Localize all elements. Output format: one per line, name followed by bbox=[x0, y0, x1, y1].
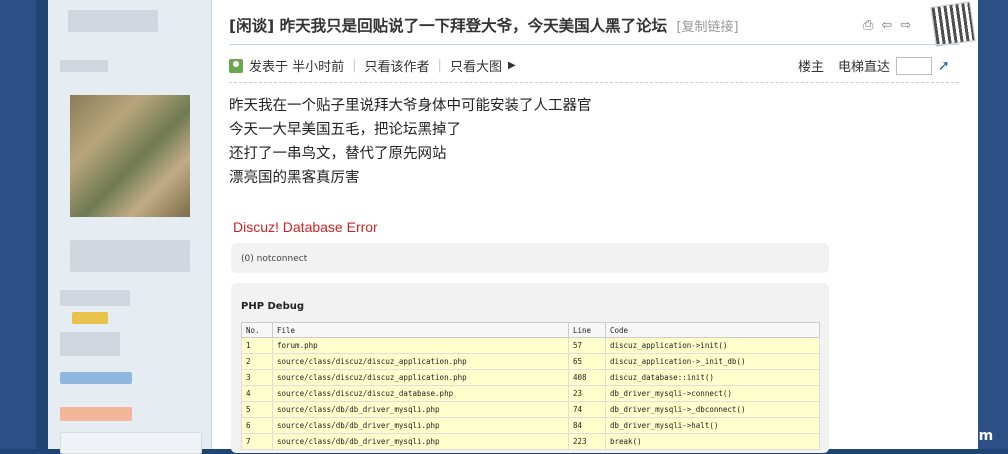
post-body: 昨天我在一个贴子里说拜大爷身体中可能安装了人工器官 今天一大早美国五毛，把论坛黑… bbox=[229, 94, 592, 190]
chevron-right-icon: ▶ bbox=[507, 60, 516, 71]
cell-no: 6 bbox=[241, 417, 273, 434]
floor-jump-input[interactable] bbox=[896, 56, 933, 75]
cell-file: source/class/discuz/discuz_database.php bbox=[272, 385, 569, 402]
post-meta: 发表于 半小时前 | 只看该作者 | 只看大图 ▶ bbox=[229, 56, 516, 75]
cell-no: 2 bbox=[241, 353, 273, 370]
post-line: 昨天我在一个贴子里说拜大爷身体中可能安装了人工器官 bbox=[229, 98, 592, 114]
meta-divider bbox=[229, 82, 959, 83]
title-actions: ⎙ ⇦ ⇨ bbox=[863, 18, 911, 33]
cell-code: db_driver_mysqli->_dbconnect() bbox=[605, 401, 820, 418]
post-line: 今天一大早美国五毛，把论坛黑掉了 bbox=[229, 122, 461, 138]
previous-thread-icon[interactable]: ⇦ bbox=[881, 18, 892, 33]
post-container: [闲谈] 昨天我只是回贴说了一下拜登大爷，今天美国人黑了论坛 [复制链接] ⎙ … bbox=[48, 0, 978, 454]
column-header-file: File bbox=[272, 322, 569, 338]
php-debug-title: PHP Debug bbox=[241, 301, 305, 312]
cell-code: discuz_application->_init_db() bbox=[605, 353, 820, 370]
table-row: 3 source/class/discuz/discuz_application.… bbox=[241, 369, 820, 386]
author-label-blurred bbox=[60, 60, 108, 72]
author-stats-blurred bbox=[70, 240, 190, 272]
online-user-icon bbox=[229, 58, 243, 73]
watermark: talkfx.com bbox=[910, 428, 994, 444]
php-debug-table: No. File Line Code 1 forum.php 57 discuz_ap… bbox=[241, 322, 820, 450]
cell-file: source/class/discuz/discuz_application.p… bbox=[272, 369, 569, 386]
divider: | bbox=[352, 58, 357, 73]
next-thread-icon[interactable]: ⇨ bbox=[900, 18, 911, 33]
cell-file: source/class/db/db_driver_mysqli.php bbox=[272, 433, 569, 450]
divider: | bbox=[437, 58, 442, 73]
table-row: 4 source/class/discuz/discuz_database.php… bbox=[241, 385, 820, 402]
avatar[interactable] bbox=[70, 95, 190, 217]
table-row: 7 source/class/db/db_driver_mysqli.php 223… bbox=[241, 433, 820, 450]
author-sidebar bbox=[48, 0, 212, 454]
copy-link[interactable]: [复制链接] bbox=[676, 20, 738, 35]
post-title: [闲谈] 昨天我只是回贴说了一下拜登大爷，今天美国人黑了论坛 [复制链接] bbox=[229, 14, 739, 36]
post-line: 漂亮国的黑客真厉害 bbox=[229, 170, 360, 186]
cell-file: source/class/db/db_driver_mysqli.php bbox=[272, 401, 569, 418]
cell-line: 74 bbox=[568, 401, 606, 418]
cell-code: break() bbox=[605, 433, 820, 450]
column-header-no: No. bbox=[241, 322, 273, 338]
author-action-blurred[interactable] bbox=[60, 432, 202, 454]
db-error-title: Discuz! Database Error bbox=[233, 219, 378, 235]
cell-line: 223 bbox=[568, 433, 606, 450]
floor-label: 楼主 bbox=[798, 60, 825, 75]
post-meta-right: 楼主 电梯直达 ➚ bbox=[798, 56, 950, 75]
author-group-blurred bbox=[60, 290, 130, 306]
php-debug-box: PHP Debug No. File Line Code 1 forum.php 5… bbox=[231, 283, 829, 453]
cell-line: 57 bbox=[568, 337, 606, 354]
cell-file: source/class/db/db_driver_mysqli.php bbox=[272, 417, 569, 434]
cell-line: 84 bbox=[568, 417, 606, 434]
cell-line: 23 bbox=[568, 385, 606, 402]
author-name-blurred[interactable] bbox=[68, 10, 158, 32]
only-big-image-link[interactable]: 只看大图 bbox=[450, 56, 502, 75]
author-medal-blurred bbox=[72, 312, 108, 324]
title-divider bbox=[229, 44, 959, 45]
only-author-link[interactable]: 只看该作者 bbox=[365, 56, 430, 75]
cell-no: 4 bbox=[241, 385, 273, 402]
cell-line: 65 bbox=[568, 353, 606, 370]
go-icon[interactable]: ➚ bbox=[938, 58, 950, 74]
cell-line: 408 bbox=[568, 369, 606, 386]
db-error-message: (0) notconnect bbox=[241, 254, 308, 264]
cell-no: 7 bbox=[241, 433, 273, 450]
cell-code: discuz_application->init() bbox=[605, 337, 820, 354]
page-background-left bbox=[0, 0, 36, 449]
post-time: 发表于 半小时前 bbox=[249, 60, 345, 75]
cell-code: discuz_database::init() bbox=[605, 369, 820, 386]
page-background-right bbox=[978, 0, 1008, 449]
post-title-text: [闲谈] 昨天我只是回贴说了一下拜登大爷，今天美国人黑了论坛 bbox=[229, 17, 668, 35]
print-icon[interactable]: ⎙ bbox=[863, 18, 873, 33]
cell-code: db_driver_mysqli->connect() bbox=[605, 385, 820, 402]
table-row: 6 source/class/db/db_driver_mysqli.php 84 d… bbox=[241, 417, 820, 434]
elevator-label: 电梯直达 bbox=[838, 60, 891, 75]
qr-code-icon[interactable] bbox=[930, 1, 976, 47]
column-header-code: Code bbox=[605, 322, 820, 338]
table-row: 1 forum.php 57 discuz_application->init() bbox=[241, 337, 820, 354]
column-header-line: Line bbox=[568, 322, 606, 338]
table-row: 5 source/class/db/db_driver_mysqli.php 74 d… bbox=[241, 401, 820, 418]
cell-file: source/class/discuz/discuz_application.p… bbox=[272, 353, 569, 370]
table-row: 2 source/class/discuz/discuz_application.… bbox=[241, 353, 820, 370]
cell-no: 1 bbox=[241, 337, 273, 354]
cell-file: forum.php bbox=[272, 337, 569, 354]
author-title-blurred bbox=[60, 407, 132, 421]
cell-no: 3 bbox=[241, 369, 273, 386]
cell-no: 5 bbox=[241, 401, 273, 418]
cell-code: db_driver_mysqli->halt() bbox=[605, 417, 820, 434]
author-info-blurred bbox=[60, 332, 120, 356]
post-line: 还打了一串鸟文，替代了原先网站 bbox=[229, 146, 447, 162]
post-main: [闲谈] 昨天我只是回贴说了一下拜登大爷，今天美国人黑了论坛 [复制链接] ⎙ … bbox=[213, 0, 978, 453]
author-badges-blurred bbox=[60, 372, 132, 384]
db-error-message-box: (0) notconnect bbox=[231, 243, 829, 273]
